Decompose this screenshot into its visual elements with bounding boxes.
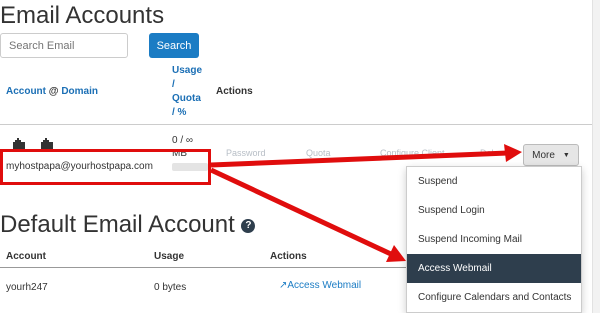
- arrow-to-more-head: [504, 144, 522, 162]
- arrow-to-more-line: [210, 150, 509, 168]
- annotation-arrows: [209, 144, 522, 262]
- arrow-to-webmail-line: [209, 167, 395, 258]
